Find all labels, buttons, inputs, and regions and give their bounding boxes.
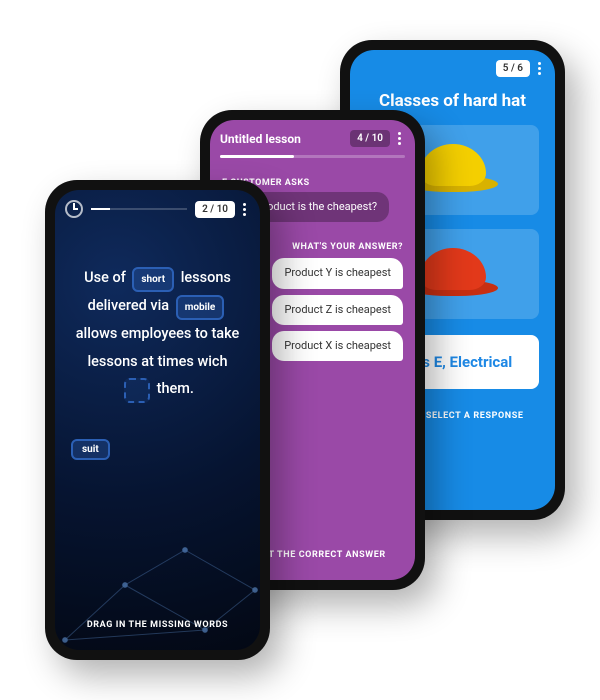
answer-option[interactable]: Product X is cheapest bbox=[272, 331, 403, 361]
pager-badge: 5 / 6 bbox=[496, 60, 530, 77]
hint-text: DRAG IN THE MISSING WORDS bbox=[55, 620, 260, 630]
lesson-name: Untitled lesson bbox=[220, 132, 301, 146]
word-blank-filled[interactable]: short bbox=[132, 267, 174, 292]
progress-bar bbox=[220, 155, 405, 158]
phone-navy: 2 / 10 Use of short lessons delivered vi… bbox=[45, 180, 270, 660]
lesson-title: Classes of hard hat bbox=[350, 91, 555, 111]
sentence-part: allows employees to take lessons at time… bbox=[76, 325, 240, 370]
word-blank-filled[interactable]: mobile bbox=[176, 295, 225, 320]
kebab-icon[interactable] bbox=[243, 208, 246, 211]
word-chip[interactable]: suit bbox=[71, 439, 110, 460]
fill-sentence: Use of short lessons delivered via mobil… bbox=[55, 218, 260, 403]
clock-icon[interactable] bbox=[65, 200, 83, 218]
pager-badge: 2 / 10 bbox=[195, 201, 235, 218]
progress-bar bbox=[91, 208, 187, 210]
sentence-part: Use of bbox=[84, 269, 126, 286]
word-blank-empty[interactable] bbox=[124, 378, 150, 403]
answer-option[interactable]: Product Z is cheapest bbox=[272, 295, 403, 325]
kebab-icon[interactable] bbox=[398, 137, 401, 140]
answer-option[interactable]: Product Y is cheapest bbox=[272, 258, 403, 288]
screen-navy: 2 / 10 Use of short lessons delivered vi… bbox=[55, 190, 260, 650]
kebab-icon[interactable] bbox=[538, 67, 541, 70]
sentence-part: them. bbox=[157, 380, 194, 397]
pager-badge: 4 / 10 bbox=[350, 130, 390, 147]
